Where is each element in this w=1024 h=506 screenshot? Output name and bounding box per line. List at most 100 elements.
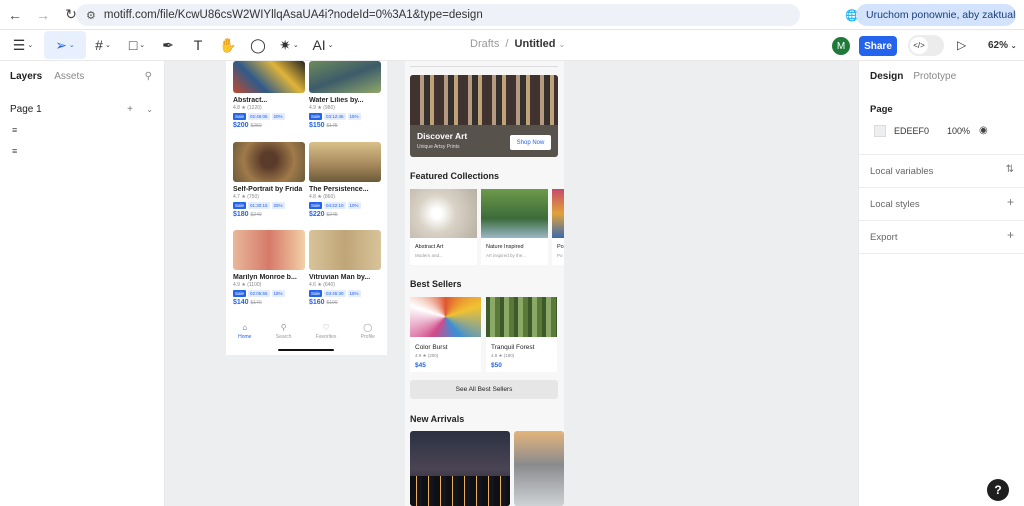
tab-prototype[interactable]: Prototype bbox=[913, 71, 956, 82]
back-icon[interactable]: ← bbox=[4, 4, 26, 26]
main-menu-icon[interactable]: ☰ ⌄ bbox=[8, 31, 38, 59]
collection-image bbox=[552, 189, 564, 238]
product-card[interactable]: Self-Portrait by Frida 4.7 ★ (750) Sale 0… bbox=[233, 142, 305, 218]
shop-now-button[interactable]: Shop Now bbox=[510, 135, 551, 150]
search-bar[interactable] bbox=[410, 61, 558, 67]
tab-label: Search bbox=[275, 333, 292, 340]
eye-icon[interactable]: ◉ bbox=[979, 125, 988, 136]
discount-badge: 20% bbox=[271, 113, 285, 120]
pen-tool-icon[interactable]: ✒ bbox=[154, 31, 182, 59]
user-icon: ◯ bbox=[363, 322, 373, 332]
bestseller-image bbox=[486, 297, 557, 337]
discount-badge: 15% bbox=[347, 113, 361, 120]
sale-badge: Sale bbox=[309, 202, 323, 209]
local-variables-label[interactable]: Local variables bbox=[870, 166, 933, 177]
forward-icon[interactable]: → bbox=[32, 4, 54, 26]
product-title: Self-Portrait by Frida bbox=[233, 186, 303, 193]
layer-item-icon[interactable]: ≡ bbox=[12, 146, 17, 156]
add-page-icon[interactable]: + bbox=[127, 104, 133, 115]
add-export-icon[interactable]: + bbox=[1007, 228, 1014, 242]
local-styles-label[interactable]: Local styles bbox=[870, 199, 920, 210]
help-button[interactable]: ? bbox=[987, 479, 1009, 501]
file-name[interactable]: Untitled bbox=[515, 38, 556, 50]
collection-desc: Po bbox=[557, 253, 563, 258]
divider bbox=[859, 220, 1024, 221]
see-all-bestsellers-button[interactable]: See All Best Sellers bbox=[410, 380, 558, 399]
sale-row: Sale 03:12:46 15% bbox=[309, 113, 381, 120]
left-panel: Layers Assets ⚲ Page 1 + ⌄ ≡ ≡ bbox=[0, 61, 165, 506]
right-panel: Design Prototype Page EDEEF0 100% ◉ Loca… bbox=[858, 61, 1024, 506]
canvas[interactable]: Abstract... 4.8 ★ (1220) Sale 02:46:06 20%… bbox=[165, 61, 858, 506]
search-icon[interactable]: ⚲ bbox=[145, 71, 152, 82]
divider bbox=[859, 187, 1024, 188]
tab-label: Home bbox=[238, 333, 252, 340]
ai-tool-button[interactable]: AI ⌄ bbox=[306, 31, 340, 59]
tab-layers[interactable]: Layers bbox=[10, 71, 42, 82]
discount-badge: 25% bbox=[271, 202, 285, 209]
mobile-frame-home[interactable]: Discover Art Unique Artsy Prints Shop No… bbox=[405, 61, 564, 506]
background-opacity[interactable]: 100% bbox=[947, 126, 970, 136]
new-arrival-card[interactable] bbox=[410, 431, 510, 506]
tab-profile[interactable]: ◯ Profile bbox=[361, 323, 375, 340]
site-info-icon[interactable]: ⚙ bbox=[86, 9, 96, 22]
collection-card[interactable]: Nature Inspired Art inspired by the... bbox=[481, 189, 548, 265]
chevron-down-icon[interactable]: ⌄ bbox=[559, 40, 566, 49]
collection-card[interactable]: Po Po bbox=[552, 189, 564, 265]
shape-tool-icon[interactable]: □ ⌄ bbox=[120, 31, 154, 59]
collection-card[interactable]: Abstract Art Modern and... bbox=[410, 189, 477, 265]
tab-design[interactable]: Design bbox=[870, 71, 903, 82]
play-icon[interactable]: ▷ bbox=[957, 38, 966, 52]
product-card[interactable]: Abstract... 4.8 ★ (1220) Sale 02:46:06 20%… bbox=[233, 61, 305, 129]
product-card[interactable]: The Persistence... 4.8 ★ (860) Sale 04:22… bbox=[309, 142, 381, 218]
bestseller-card[interactable]: Tranquil Forest 4.8 ★ (180) $50 bbox=[486, 297, 557, 372]
tab-home[interactable]: ⌂ Home bbox=[238, 323, 251, 340]
product-card[interactable]: Marilyn Monroe b... 4.9 ★ (1100) Sale 02:… bbox=[233, 230, 305, 306]
sale-timer: 04:22:10 bbox=[324, 202, 346, 209]
plugin-tool-icon[interactable]: ✷ ⌄ bbox=[272, 31, 306, 59]
background-color-swatch[interactable] bbox=[874, 125, 886, 137]
tab-assets[interactable]: Assets bbox=[54, 71, 84, 82]
chevron-down-icon[interactable]: ⌄ bbox=[146, 105, 153, 114]
bestseller-card[interactable]: Color Burst 4.9 ★ (200) $45 bbox=[410, 297, 481, 372]
breadcrumb-folder[interactable]: Drafts bbox=[470, 38, 499, 50]
sale-row: Sale 04:22:10 10% bbox=[309, 202, 381, 209]
tab-search[interactable]: ⚲ Search bbox=[276, 323, 292, 340]
hero-banner[interactable]: Discover Art Unique Artsy Prints Shop No… bbox=[410, 75, 558, 157]
variables-settings-icon[interactable]: ⇅ bbox=[1006, 164, 1014, 175]
breadcrumb: Drafts / Untitled ⌄ bbox=[470, 38, 565, 50]
product-image bbox=[309, 142, 381, 182]
zoom-level[interactable]: 62% ⌄ bbox=[988, 40, 1017, 51]
product-card[interactable]: Vitruvian Man by... 4.6 ★ (640) Sale 03:4… bbox=[309, 230, 381, 306]
product-card[interactable]: Water Lilies by... 4.9 ★ (980) Sale 03:12… bbox=[309, 61, 381, 129]
sale-badge: Sale bbox=[233, 202, 247, 209]
price-old: $170 bbox=[250, 300, 262, 306]
restart-update-button[interactable]: Uruchom ponownie, aby zaktualizować bbox=[856, 4, 1016, 26]
divider bbox=[859, 154, 1024, 155]
mobile-frame-products[interactable]: Abstract... 4.8 ★ (1220) Sale 02:46:06 20%… bbox=[226, 61, 387, 355]
dev-mode-toggle[interactable]: </> bbox=[908, 35, 944, 56]
bestseller-price: $45 bbox=[415, 362, 426, 369]
export-label[interactable]: Export bbox=[870, 232, 897, 243]
frame-tool-icon[interactable]: # ⌄ bbox=[86, 31, 120, 59]
home-indicator bbox=[278, 349, 334, 351]
price-current: $140 bbox=[233, 299, 249, 306]
add-style-icon[interactable]: + bbox=[1007, 195, 1014, 209]
move-tool-icon[interactable]: ➢ ⌄ bbox=[44, 31, 86, 59]
bestseller-rating: 4.9 ★ (200) bbox=[415, 353, 439, 358]
comment-tool-icon[interactable]: ◯ bbox=[244, 31, 272, 59]
tab-favorites[interactable]: ♡ Favorites bbox=[316, 323, 337, 340]
page-row[interactable]: Page 1 + ⌄ bbox=[10, 101, 155, 117]
product-rating: 4.8 ★ (860) bbox=[309, 194, 335, 200]
new-arrival-card[interactable] bbox=[514, 431, 564, 506]
share-button[interactable]: Share bbox=[859, 36, 897, 56]
collection-title: Po bbox=[557, 244, 564, 250]
background-hex[interactable]: EDEEF0 bbox=[894, 126, 929, 136]
hero-subtitle: Unique Artsy Prints bbox=[417, 144, 460, 150]
hand-tool-icon[interactable]: ✋ bbox=[214, 31, 242, 59]
address-bar[interactable]: ⚙ motiff.com/file/KcwU86csW2WIYllqAsaUA4… bbox=[76, 4, 800, 26]
product-image bbox=[233, 142, 305, 182]
product-price: $160 $190 bbox=[309, 299, 381, 306]
user-avatar[interactable]: M bbox=[832, 37, 850, 55]
layer-item-icon[interactable]: ≡ bbox=[12, 125, 17, 135]
text-tool-icon[interactable]: T bbox=[184, 31, 212, 59]
